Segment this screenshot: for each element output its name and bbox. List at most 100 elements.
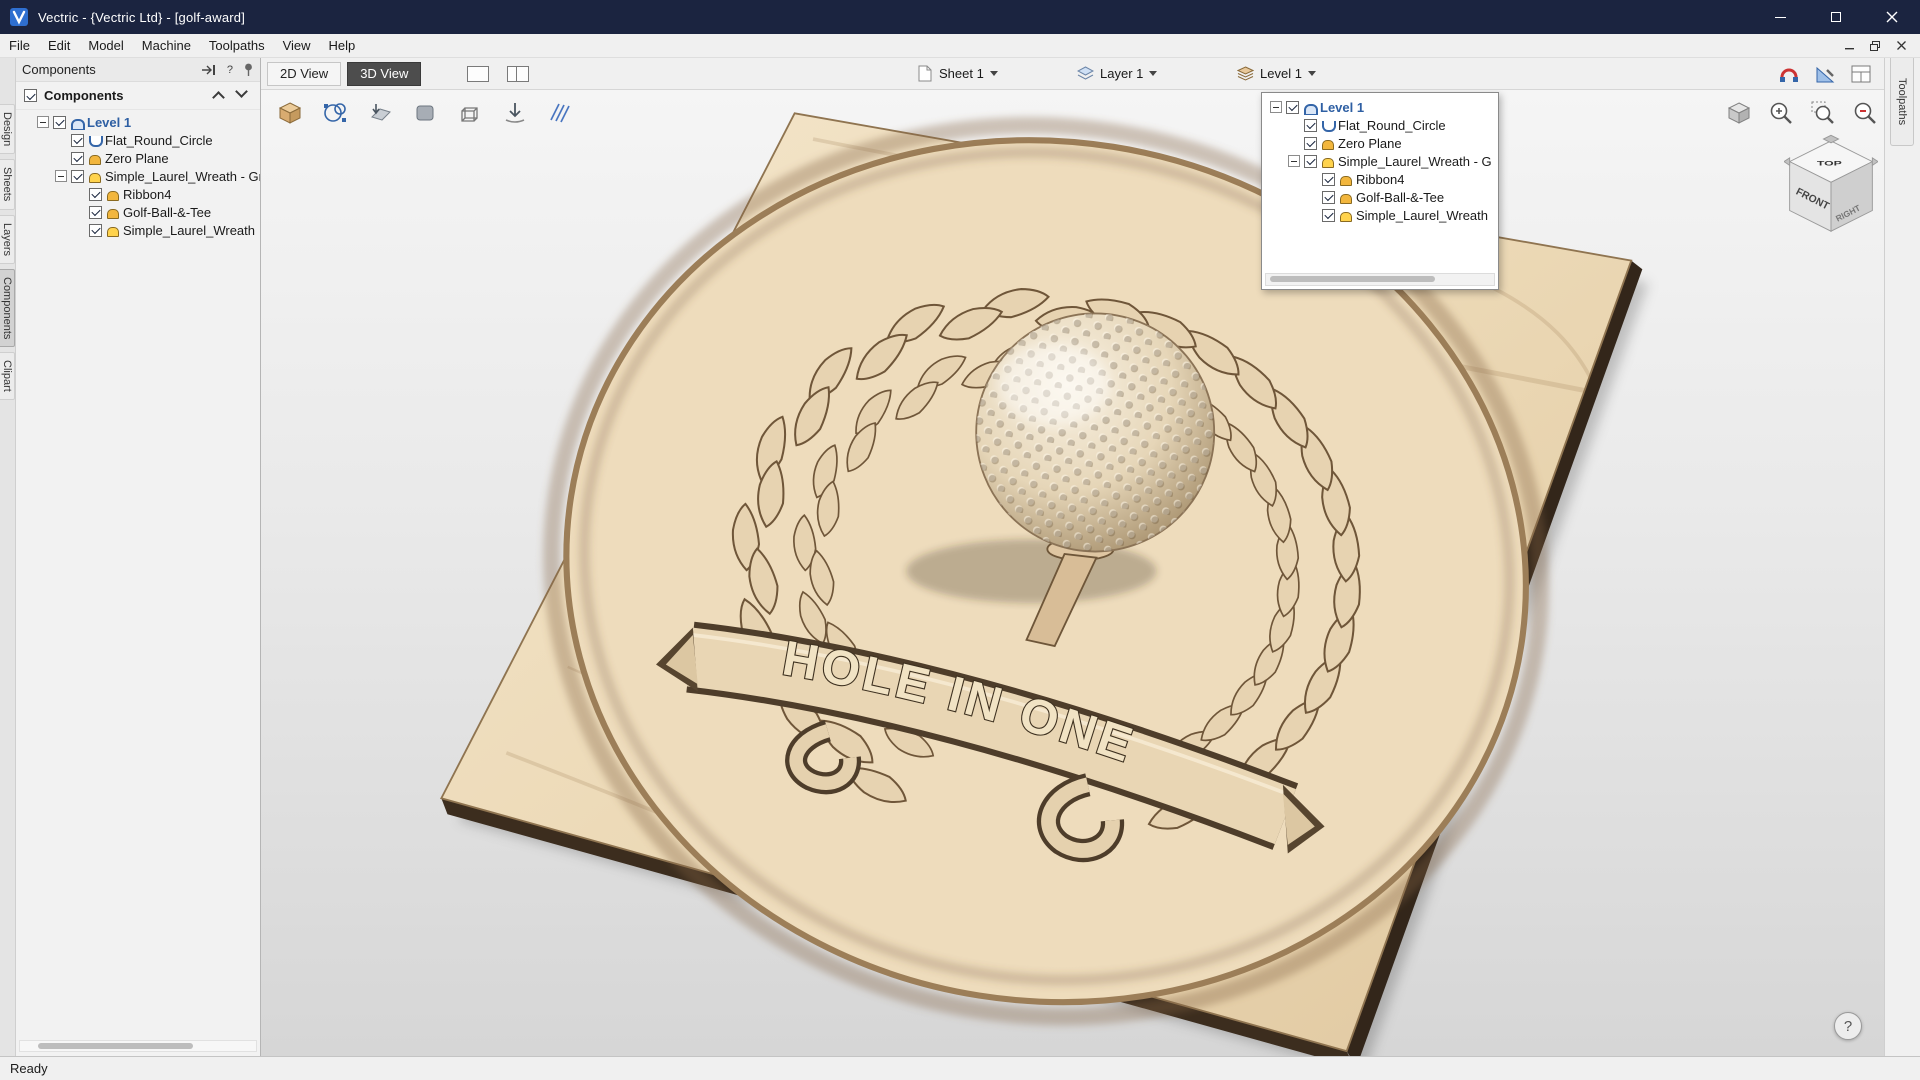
item-checkbox[interactable] xyxy=(1322,209,1335,222)
item-checkbox[interactable] xyxy=(1286,101,1299,114)
tab-components[interactable]: Components xyxy=(0,269,15,347)
tab-3d-view[interactable]: 3D View xyxy=(347,62,421,86)
maximize-icon xyxy=(1831,12,1841,22)
component-icon xyxy=(1339,209,1352,222)
view-toolbar-right xyxy=(1726,100,1878,126)
tree-item-level-1[interactable]: Level 1 xyxy=(1262,98,1498,116)
close-button[interactable] xyxy=(1864,0,1920,34)
tree-item-flat-round-circle[interactable]: Flat_Round_Circle xyxy=(16,131,260,149)
item-checkbox[interactable] xyxy=(1304,119,1317,132)
hatch-lines-icon xyxy=(547,100,573,126)
window-title: Vectric - {Vectric Ltd} - [golf-award] xyxy=(38,10,245,25)
item-checkbox[interactable] xyxy=(1322,173,1335,186)
collapse-icon[interactable] xyxy=(55,170,67,182)
components-root-label: Components xyxy=(44,88,123,103)
components-panel: Components ? Components Level 1 xyxy=(16,58,261,1056)
sheet-dropdown[interactable]: Sheet 1 xyxy=(918,58,998,89)
panel-horizontal-scrollbar[interactable] xyxy=(19,1040,257,1052)
single-pane-layout-button[interactable] xyxy=(463,63,493,85)
smooth-region-button[interactable] xyxy=(410,98,440,128)
collapse-icon[interactable] xyxy=(37,116,49,128)
collapse-icon[interactable] xyxy=(1270,101,1282,113)
plane-tool-button[interactable] xyxy=(365,98,395,128)
tree-item-label: Golf-Ball-&-Tee xyxy=(123,205,211,220)
tab-2d-view[interactable]: 2D View xyxy=(267,62,341,86)
texture-button[interactable] xyxy=(545,98,575,128)
tree-item-zero-plane[interactable]: Zero Plane xyxy=(16,149,260,167)
tree-item-ribbon4[interactable]: Ribbon4 xyxy=(16,185,260,203)
3d-scene-canvas[interactable]: HOLE IN ONE xyxy=(261,90,1884,1056)
close-icon xyxy=(1886,11,1898,23)
item-checkbox[interactable] xyxy=(1304,137,1317,150)
tree-item-golf-ball-tee[interactable]: Golf-Ball-&-Tee xyxy=(1262,188,1498,206)
tab-clipart[interactable]: Clipart xyxy=(0,352,15,400)
tree-item-label: Level 1 xyxy=(87,115,131,130)
maximize-button[interactable] xyxy=(1808,0,1864,34)
tree-item-flat-round-circle[interactable]: Flat_Round_Circle xyxy=(1262,116,1498,134)
tab-layers[interactable]: Layers xyxy=(0,215,15,264)
overlay-horizontal-scrollbar[interactable] xyxy=(1265,273,1495,286)
bounding-box-button[interactable] xyxy=(455,98,485,128)
dock-panel-icon[interactable] xyxy=(201,64,217,76)
zoom-in-icon[interactable] xyxy=(1768,100,1794,126)
menu-edit[interactable]: Edit xyxy=(39,34,79,57)
drape-button[interactable] xyxy=(500,98,530,128)
tab-design[interactable]: Design xyxy=(0,104,15,154)
view-cube[interactable]: TOP FRONT RIGHT xyxy=(1784,134,1878,240)
document-restore-button[interactable] xyxy=(1864,37,1886,55)
tree-item-label: Simple_Laurel_Wreath xyxy=(1356,208,1488,223)
item-checkbox[interactable] xyxy=(71,152,84,165)
item-checkbox[interactable] xyxy=(71,170,84,183)
document-close-button[interactable] xyxy=(1890,37,1912,55)
menu-machine[interactable]: Machine xyxy=(133,34,200,57)
scrollbar-thumb[interactable] xyxy=(38,1043,193,1049)
tab-sheets[interactable]: Sheets xyxy=(0,159,15,209)
scrollbar-thumb[interactable] xyxy=(1270,276,1435,282)
sheet-icon xyxy=(918,65,933,82)
material-block-button[interactable] xyxy=(275,98,305,128)
drawing-tool-icon[interactable] xyxy=(1814,63,1836,85)
tree-item-simple-laurel-wreath[interactable]: Simple_Laurel_Wreath xyxy=(1262,206,1498,224)
item-checkbox[interactable] xyxy=(1322,191,1335,204)
draw-vectors-button[interactable] xyxy=(320,98,350,128)
collapse-icon[interactable] xyxy=(1288,155,1300,167)
minimize-button[interactable] xyxy=(1752,0,1808,34)
panel-help-icon[interactable]: ? xyxy=(224,63,236,77)
layer-dropdown[interactable]: Layer 1 xyxy=(1077,58,1157,89)
split-pane-layout-button[interactable] xyxy=(503,63,533,85)
document-minimize-button[interactable] xyxy=(1838,37,1860,55)
shaded-view-icon[interactable] xyxy=(1726,100,1752,126)
window-layout-icon[interactable] xyxy=(1850,63,1872,85)
tree-item-label: Ribbon4 xyxy=(1356,172,1404,187)
menu-model[interactable]: Model xyxy=(79,34,132,57)
tree-item-ribbon4[interactable]: Ribbon4 xyxy=(1262,170,1498,188)
tree-item-simple-laurel-wreath[interactable]: Simple_Laurel_Wreath xyxy=(16,221,260,239)
menu-file[interactable]: File xyxy=(0,34,39,57)
tree-item-golf-ball-tee[interactable]: Golf-Ball-&-Tee xyxy=(16,203,260,221)
tab-toolpaths[interactable]: Toolpaths xyxy=(1890,58,1914,146)
move-down-icon[interactable] xyxy=(235,85,248,98)
menu-toolpaths[interactable]: Toolpaths xyxy=(200,34,274,57)
chevron-down-icon xyxy=(1308,71,1316,76)
menu-help[interactable]: Help xyxy=(320,34,365,57)
item-checkbox[interactable] xyxy=(1304,155,1317,168)
tree-item-zero-plane[interactable]: Zero Plane xyxy=(1262,134,1498,152)
item-checkbox[interactable] xyxy=(89,206,102,219)
item-checkbox[interactable] xyxy=(89,224,102,237)
3d-viewport[interactable]: HOLE IN ONE xyxy=(261,90,1884,1056)
zoom-out-icon[interactable] xyxy=(1852,100,1878,126)
tree-item-laurel-group[interactable]: Simple_Laurel_Wreath - Gro xyxy=(16,167,260,185)
item-checkbox[interactable] xyxy=(71,134,84,147)
tree-item-level-1[interactable]: Level 1 xyxy=(16,113,260,131)
move-up-icon[interactable] xyxy=(212,91,225,104)
menu-view[interactable]: View xyxy=(274,34,320,57)
item-checkbox[interactable] xyxy=(89,188,102,201)
pin-icon[interactable] xyxy=(243,63,254,76)
components-root-checkbox[interactable] xyxy=(24,89,37,102)
tree-item-laurel-group[interactable]: Simple_Laurel_Wreath - G xyxy=(1262,152,1498,170)
snap-settings-icon[interactable] xyxy=(1778,63,1800,85)
zoom-box-icon[interactable] xyxy=(1810,100,1836,126)
help-button[interactable]: ? xyxy=(1834,1012,1862,1040)
level-dropdown[interactable]: Level 1 xyxy=(1237,58,1316,89)
item-checkbox[interactable] xyxy=(53,116,66,129)
